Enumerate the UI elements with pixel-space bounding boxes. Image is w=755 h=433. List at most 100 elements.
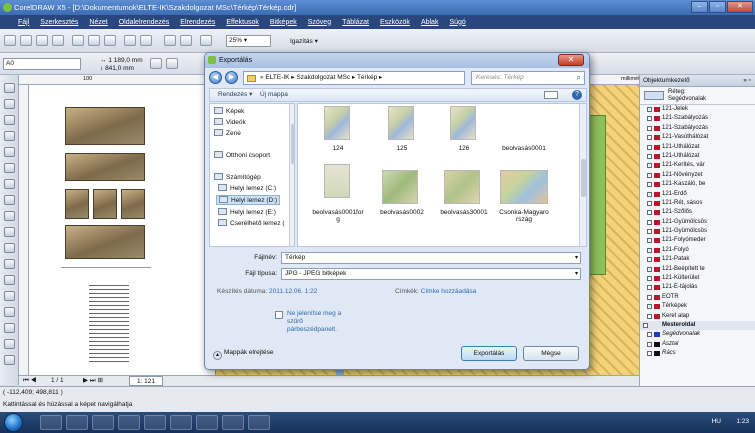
layer-row[interactable]: 121-Külterület — [640, 274, 755, 283]
file-name[interactable]: Csonka-Magyaro rszág — [496, 209, 552, 223]
taskbar-explorer-icon[interactable] — [40, 415, 62, 430]
page-first-prev-icon[interactable]: ⏮ ◀ — [23, 376, 36, 386]
paste-icon[interactable] — [104, 35, 116, 46]
save-icon[interactable] — [36, 35, 48, 46]
shape-tool-icon[interactable] — [4, 99, 15, 109]
nav-item-homegroup[interactable]: Otthoni csoport — [214, 151, 270, 159]
layer-visibility-icon[interactable] — [647, 210, 652, 216]
snap-to-dropdown[interactable]: Igazítás ▾ — [290, 37, 318, 45]
layer-visibility-icon[interactable] — [647, 276, 652, 282]
nav-item-computer[interactable]: Számítógép — [214, 173, 261, 181]
layer-visibility-icon[interactable] — [647, 332, 652, 338]
layer-row[interactable]: 121-Folyómeder — [640, 236, 755, 245]
back-arrow-icon[interactable]: ◀ — [209, 71, 222, 84]
layer-row[interactable]: 121-Úthálózat — [640, 143, 755, 152]
cut-icon[interactable] — [72, 35, 84, 46]
nav-item-removable[interactable]: Cserélhető lemez ( — [218, 219, 285, 227]
layer-row[interactable]: Keret alap — [640, 312, 755, 321]
app-launcher-icon[interactable] — [200, 35, 212, 46]
menu-view[interactable]: Nézet — [89, 19, 107, 26]
nav-item-pictures[interactable]: Képek — [214, 107, 244, 115]
file-thumbnail[interactable] — [324, 106, 350, 140]
layer-row[interactable]: 121-Rét, sásos — [640, 199, 755, 208]
minimize-icon[interactable]: – — [691, 1, 708, 13]
tags-field[interactable]: Címkék: Címke hozzáadása — [395, 288, 476, 295]
page-height-field[interactable]: ↕ 841,0 mm — [100, 65, 134, 73]
hide-filter-dialog-label[interactable]: Ne jelenítse meg a szűrő párbeszédpanelt… — [287, 310, 347, 334]
layer-visibility-icon[interactable] — [647, 172, 652, 178]
page-width-field[interactable]: ↔ 1 189,0 mm — [100, 57, 143, 65]
maximize-icon[interactable]: ▫ — [709, 1, 726, 13]
start-button[interactable] — [4, 413, 23, 432]
blend-tool-icon[interactable] — [4, 291, 15, 301]
layer-visibility-icon[interactable] — [647, 144, 652, 150]
file-name[interactable]: 124 — [310, 145, 366, 152]
new-folder-button[interactable]: Új mappa — [260, 89, 288, 101]
file-name[interactable]: beolvasás30001 — [436, 209, 492, 216]
filetype-select[interactable]: JPG - JPEG bitképek ▾ — [281, 268, 581, 280]
layer-visibility-icon[interactable] — [647, 107, 652, 112]
freehand-tool-icon[interactable] — [4, 147, 15, 157]
file-thumbnail[interactable] — [388, 106, 414, 140]
layer-row[interactable]: 121-Patak — [640, 255, 755, 264]
layer-row[interactable]: 121-Kaszáló, be — [640, 180, 755, 189]
nav-item-drive-d[interactable]: Helyi lemez (D:) — [216, 195, 281, 205]
layer-row[interactable]: 121-Gyümölcsös — [640, 227, 755, 236]
file-name[interactable]: 125 — [374, 145, 430, 152]
dialog-close-icon[interactable]: ✕ — [558, 54, 584, 66]
nav-item-drive-c[interactable]: Helyi lemez (C:) — [218, 184, 276, 192]
file-thumbnail[interactable] — [324, 164, 350, 198]
layer-row[interactable]: 121-Úthálózat — [640, 152, 755, 161]
taskbar-chrome-icon[interactable] — [118, 415, 140, 430]
address-bar[interactable]: « ELTE-IK ▸ Szakdolgozat MSc ▸ Térkép ▸ — [243, 71, 465, 85]
redo-icon[interactable] — [140, 35, 152, 46]
file-thumbnail[interactable] — [444, 170, 480, 204]
zoom-tool-icon[interactable] — [4, 131, 15, 141]
layer-visibility-icon[interactable] — [647, 229, 652, 235]
layer-visibility-icon[interactable] — [647, 247, 652, 253]
layer-row[interactable]: 121-Folyó — [640, 246, 755, 255]
layer-visibility-icon[interactable] — [647, 294, 652, 300]
vertical-ruler[interactable] — [19, 85, 29, 375]
smart-fill-tool-icon[interactable] — [4, 163, 15, 173]
layer-row[interactable]: 121-Beépített te — [640, 265, 755, 274]
connector-tool-icon[interactable] — [4, 275, 15, 285]
layer-visibility-icon[interactable] — [647, 125, 652, 131]
menu-window[interactable]: Ablak — [421, 19, 439, 26]
layer-visibility-icon[interactable] — [647, 116, 652, 122]
filename-input[interactable]: Térkép ▾ — [281, 252, 581, 264]
paper-size-select[interactable]: A0 — [3, 58, 81, 70]
layer-visibility-icon[interactable] — [647, 285, 652, 291]
organize-menu[interactable]: Rendezés ▾ — [218, 89, 252, 101]
menu-layout[interactable]: Oldalelrendezés — [119, 19, 170, 26]
menu-help[interactable]: Súgó — [449, 19, 465, 26]
taskbar-app-icon[interactable] — [248, 415, 270, 430]
layer-visibility-icon[interactable] — [647, 200, 652, 206]
text-tool-icon[interactable] — [4, 243, 15, 253]
layer-visibility-icon[interactable] — [647, 163, 652, 169]
open-icon[interactable] — [20, 35, 32, 46]
help-icon[interactable]: ? — [572, 90, 582, 100]
layer-row[interactable]: 121-Növényzet — [640, 171, 755, 180]
print-icon[interactable] — [52, 35, 64, 46]
outline-tool-icon[interactable] — [4, 323, 15, 333]
zoom-level-select[interactable]: 25% ▾ — [226, 35, 271, 47]
crop-tool-icon[interactable] — [4, 115, 15, 125]
layer-visibility-icon[interactable] — [647, 191, 652, 197]
close-icon[interactable]: ✕ — [727, 1, 753, 13]
interactive-fill-tool-icon[interactable] — [4, 355, 15, 365]
forward-arrow-icon[interactable]: ▶ — [225, 71, 238, 84]
portrait-icon[interactable] — [150, 58, 162, 69]
menu-bitmaps[interactable]: Bitképek — [270, 19, 297, 26]
layer-visibility-icon[interactable] — [647, 313, 652, 319]
taskbar-skype-icon[interactable] — [170, 415, 192, 430]
layer-visibility-icon[interactable] — [647, 182, 652, 188]
layer-row[interactable]: 121-Szőlős — [640, 208, 755, 217]
taskbar-browser-icon[interactable] — [92, 415, 114, 430]
system-clock[interactable]: 1:23 — [736, 418, 749, 425]
file-name[interactable]: 126 — [436, 145, 492, 152]
layer-row[interactable]: Térképek — [640, 302, 755, 311]
nav-item-drive-e[interactable]: Helyi lemez (E:) — [218, 208, 276, 216]
layer-row[interactable]: Asztal — [640, 340, 755, 349]
import-icon[interactable] — [164, 35, 176, 46]
